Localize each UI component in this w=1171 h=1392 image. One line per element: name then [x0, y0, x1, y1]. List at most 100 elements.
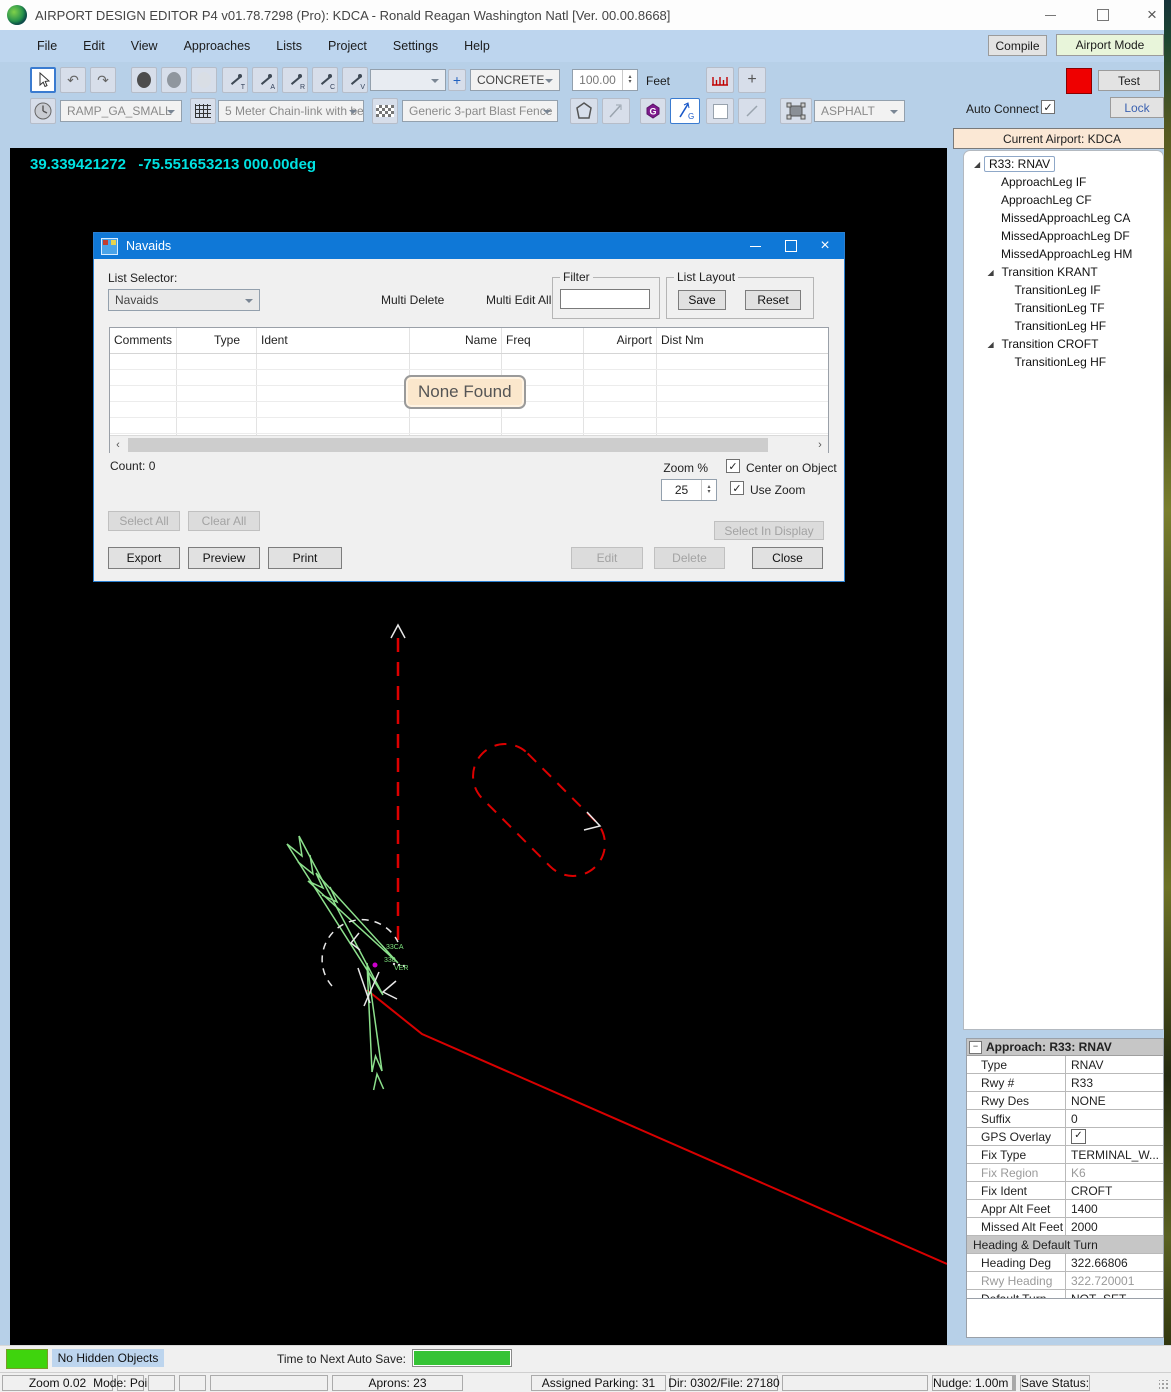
blast-fence-select[interactable]: Generic 3-part Blast Fence: [402, 100, 558, 122]
multi-edit-all-button[interactable]: Multi Edit All: [486, 293, 551, 307]
mid-node-button[interactable]: [161, 67, 187, 93]
tree-item[interactable]: MissedApproachLeg CA: [964, 209, 1163, 227]
blast-fence-tool-button[interactable]: [372, 98, 398, 124]
vertex-tool-button[interactable]: V: [342, 67, 368, 93]
light-node-button[interactable]: [191, 67, 217, 93]
resize-grip-icon[interactable]: [1159, 1380, 1169, 1390]
redo-button[interactable]: ↷: [90, 67, 116, 93]
save-layout-button[interactable]: Save: [678, 290, 726, 310]
menu-item[interactable]: Lists: [263, 33, 315, 59]
center-on-object-checkbox[interactable]: ✓: [726, 459, 740, 473]
test-button[interactable]: Test: [1098, 70, 1160, 91]
preview-button[interactable]: Preview: [188, 547, 260, 569]
tree-item[interactable]: TransitionLeg TF: [964, 299, 1163, 317]
vertex-tool-button[interactable]: A: [252, 67, 278, 93]
rect-tool-button[interactable]: [706, 98, 734, 124]
add-tool-button[interactable]: +: [738, 67, 766, 93]
vertex-tool-button[interactable]: C: [312, 67, 338, 93]
dialog-close-button[interactable]: ×: [808, 233, 842, 259]
width-stepper[interactable]: 100.00 ▴▾: [572, 69, 638, 91]
compile-button[interactable]: Compile: [988, 35, 1047, 56]
select-all-button[interactable]: Select All: [108, 511, 180, 531]
apron-surface-select[interactable]: ASPHALT: [814, 100, 905, 122]
apron-tool-button[interactable]: [780, 98, 812, 124]
add-taxi-name-button[interactable]: +: [448, 69, 466, 91]
select-in-display-button[interactable]: Select In Display: [714, 521, 824, 540]
tree-item[interactable]: ◢ Transition KRANT: [964, 263, 1163, 281]
menu-item[interactable]: Project: [315, 33, 380, 59]
property-value[interactable]: TERMINAL_W...: [1066, 1146, 1163, 1163]
gate-tool-button[interactable]: G: [640, 98, 666, 124]
table-hscrollbar[interactable]: ‹ ›: [110, 435, 828, 454]
hold-tool-button[interactable]: [30, 98, 56, 124]
property-value[interactable]: 322.720001: [1066, 1272, 1163, 1289]
delete-button[interactable]: Delete: [654, 547, 725, 569]
filter-input[interactable]: [560, 289, 650, 309]
scroll-left-icon[interactable]: ‹: [110, 439, 126, 451]
scroll-right-icon[interactable]: ›: [812, 439, 828, 451]
gps-overlay-checkbox[interactable]: ✓: [1071, 1129, 1086, 1144]
menu-item[interactable]: Approaches: [171, 33, 264, 59]
menu-item[interactable]: File: [24, 33, 70, 59]
property-value[interactable]: R33: [1066, 1074, 1163, 1091]
zoom-percent-stepper[interactable]: 25 ▴▾: [661, 479, 717, 501]
gate-vector-tool-button[interactable]: G: [670, 98, 700, 124]
dark-node-button[interactable]: [131, 67, 157, 93]
tree-expander-icon[interactable]: ◢: [988, 268, 1002, 277]
tree-item[interactable]: TransitionLeg HF: [964, 317, 1163, 335]
scroll-thumb[interactable]: [128, 438, 768, 452]
tree-expander-icon[interactable]: ◢: [988, 340, 1002, 349]
undo-button[interactable]: ↶: [60, 67, 86, 93]
property-value[interactable]: 0: [1066, 1110, 1163, 1127]
reset-layout-button[interactable]: Reset: [745, 290, 801, 310]
dialog-minimize-button[interactable]: [738, 233, 772, 259]
grid-tool-button[interactable]: [190, 98, 216, 124]
property-value[interactable]: ✓: [1066, 1128, 1163, 1145]
collapse-icon[interactable]: −: [969, 1041, 982, 1054]
auto-connect-checkbox[interactable]: ✓: [1041, 100, 1055, 114]
line-tool-button[interactable]: [738, 98, 766, 124]
tree-item[interactable]: MissedApproachLeg DF: [964, 227, 1163, 245]
stepper-arrows-icon[interactable]: ▴▾: [701, 480, 716, 500]
property-value[interactable]: NONE: [1066, 1092, 1163, 1109]
tree-item[interactable]: TransitionLeg IF: [964, 281, 1163, 299]
stepper-arrows-icon[interactable]: ▴▾: [622, 70, 637, 90]
vertex-tool-button[interactable]: T: [222, 67, 248, 93]
tree-item[interactable]: ◢ Transition CROFT: [964, 335, 1163, 353]
vertex-tool-button[interactable]: R: [282, 67, 308, 93]
tree-item[interactable]: TransitionLeg HF: [964, 353, 1163, 371]
polygon-tool-button[interactable]: [570, 98, 598, 124]
edit-button[interactable]: Edit: [571, 547, 643, 569]
list-selector-select[interactable]: Navaids: [108, 289, 260, 311]
dialog-maximize-button[interactable]: [774, 233, 808, 259]
maximize-button[interactable]: [1080, 0, 1126, 30]
menu-item[interactable]: Settings: [380, 33, 451, 59]
print-button[interactable]: Print: [268, 547, 342, 569]
property-value[interactable]: 1400: [1066, 1200, 1163, 1217]
lock-button[interactable]: Lock: [1110, 97, 1164, 118]
menu-item[interactable]: Help: [451, 33, 503, 59]
taxi-name-select[interactable]: [370, 69, 446, 91]
property-value[interactable]: 2000: [1066, 1218, 1163, 1235]
tree-item[interactable]: ApproachLeg CF: [964, 191, 1163, 209]
vector-tool-button[interactable]: [602, 98, 630, 124]
pointer-tool-button[interactable]: [30, 67, 56, 93]
clear-all-button[interactable]: Clear All: [188, 511, 260, 531]
dialog-titlebar[interactable]: Navaids: [94, 233, 844, 259]
multi-delete-button[interactable]: Multi Delete: [381, 293, 444, 307]
surface-select[interactable]: CONCRETE: [470, 69, 560, 91]
minimize-button[interactable]: [1027, 0, 1073, 30]
property-value[interactable]: RNAV: [1066, 1056, 1163, 1073]
close-dialog-button[interactable]: Close: [752, 547, 823, 569]
tree-item[interactable]: ApproachLeg IF: [964, 173, 1163, 191]
tree-item[interactable]: MissedApproachLeg HM: [964, 245, 1163, 263]
fence-select[interactable]: 5 Meter Chain-link with be: [218, 100, 364, 122]
use-zoom-checkbox[interactable]: ✓: [730, 481, 744, 495]
profile-tool-button[interactable]: [706, 67, 734, 93]
tree-item[interactable]: ◢ R33: RNAV: [964, 155, 1163, 173]
airport-mode-button[interactable]: Airport Mode: [1056, 34, 1164, 56]
property-value[interactable]: K6: [1066, 1164, 1163, 1181]
property-value[interactable]: CROFT: [1066, 1182, 1163, 1199]
menu-item[interactable]: Edit: [70, 33, 118, 59]
ramp-select[interactable]: RAMP_GA_SMALL: [60, 100, 182, 122]
